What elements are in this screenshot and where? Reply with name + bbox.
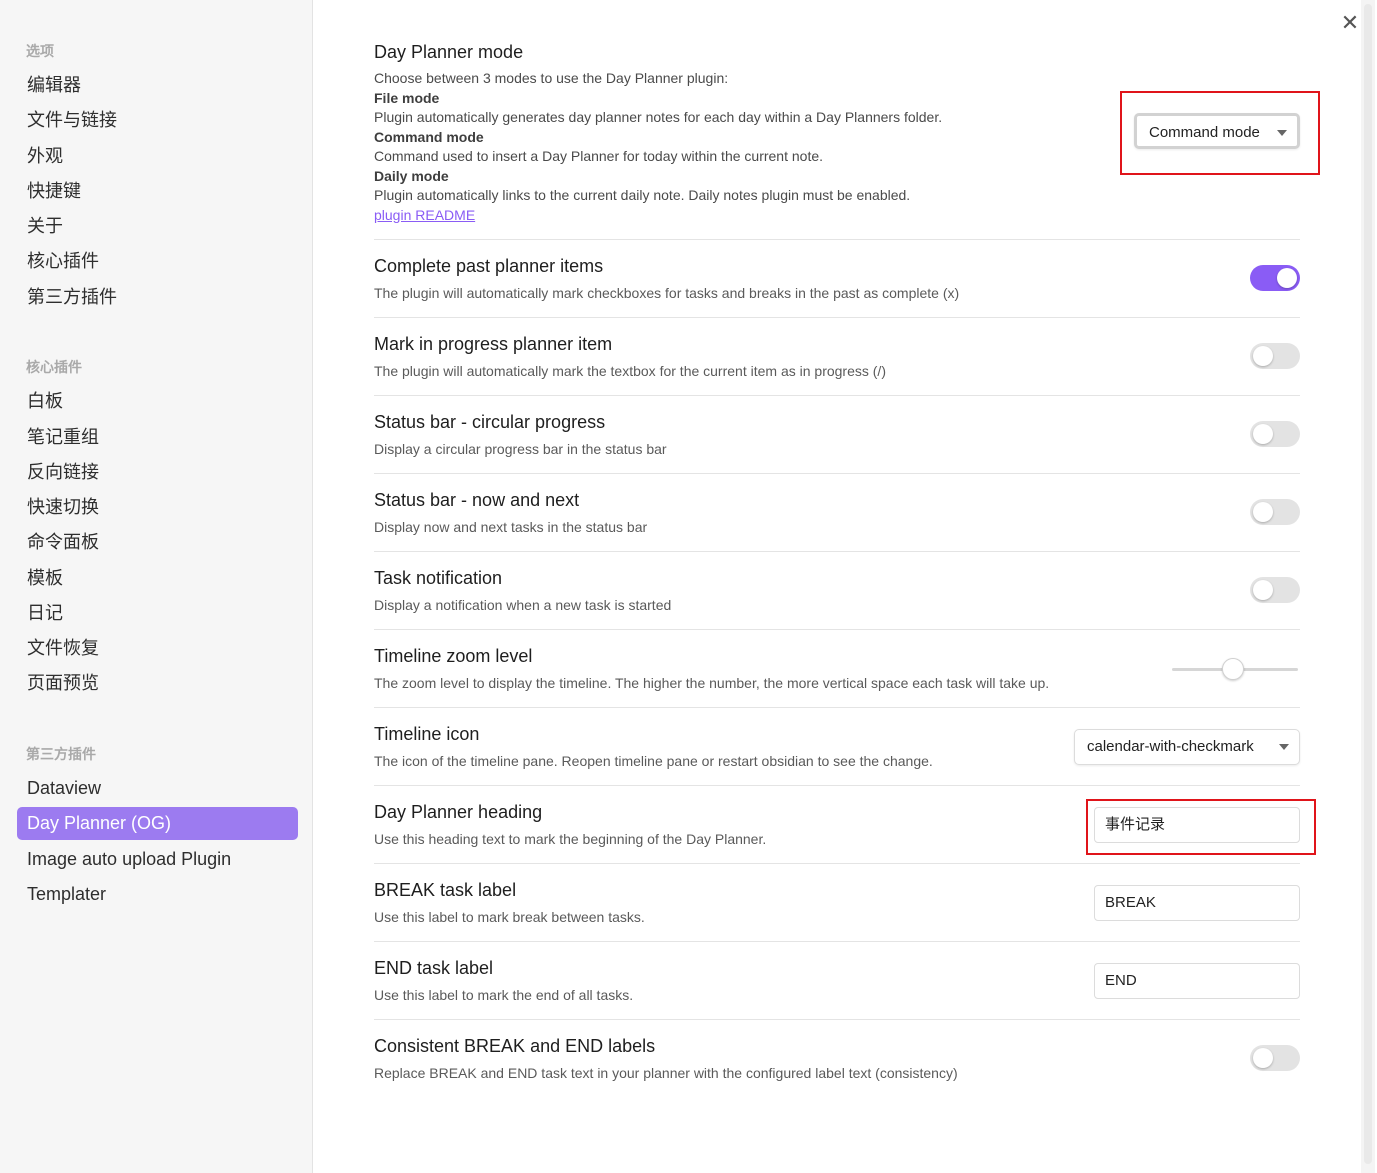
- setting-name: Consistent BREAK and END labels: [374, 1036, 656, 1056]
- sidebar-item-appearance[interactable]: 外观: [17, 140, 298, 173]
- mode-dropdown-value: Command mode: [1149, 124, 1260, 141]
- setting-day-planner-mode: Day Planner mode Choose between 3 modes …: [374, 40, 1320, 240]
- toggle-knob: [1277, 268, 1297, 288]
- setting-description: The plugin will automatically mark the t…: [374, 363, 886, 379]
- sidebar-item-files-links[interactable]: 文件与链接: [17, 104, 298, 137]
- setting-name: Mark in progress planner item: [374, 334, 613, 354]
- settings-content: ✕ Day Planner mode Choose between 3 mode…: [314, 0, 1377, 1173]
- setting-name: END task label: [374, 958, 494, 978]
- timeline-icon-dropdown[interactable]: calendar-with-checkmark: [1074, 729, 1300, 765]
- sidebar-item-page-preview[interactable]: 页面预览: [17, 667, 298, 700]
- setting-status-circular: Status bar - circular progress Display a…: [374, 395, 1300, 473]
- toggle-knob: [1253, 502, 1273, 522]
- setting-description: The zoom level to display the timeline. …: [374, 675, 1050, 691]
- status-circular-toggle[interactable]: [1250, 421, 1300, 447]
- status-now-next-toggle[interactable]: [1250, 499, 1300, 525]
- sidebar-item-templater[interactable]: Templater: [17, 878, 298, 911]
- setting-status-now-next: Status bar - now and next Display now an…: [374, 473, 1300, 551]
- setting-description: Use this heading text to mark the beginn…: [374, 831, 767, 847]
- toggle-knob: [1253, 580, 1273, 600]
- setting-description: Display a notification when a new task i…: [374, 597, 672, 613]
- sidebar-item-community-plugins[interactable]: 第三方插件: [17, 281, 298, 314]
- sidebar-item-file-recovery[interactable]: 文件恢复: [17, 632, 298, 665]
- sidebar-item-day-planner[interactable]: Day Planner (OG): [17, 807, 298, 840]
- setting-timeline-icon: Timeline icon The icon of the timeline p…: [374, 707, 1300, 785]
- heading-input[interactable]: 事件记录: [1094, 807, 1300, 843]
- setting-description: Replace BREAK and END task text in your …: [374, 1065, 958, 1081]
- zoom-slider-handle[interactable]: [1222, 658, 1244, 680]
- setting-name: Timeline zoom level: [374, 646, 533, 666]
- sidebar-item-core-plugins[interactable]: 核心插件: [17, 245, 298, 278]
- command-mode-desc: Command used to insert a Day Planner for…: [374, 148, 824, 164]
- setting-name: Status bar - circular progress: [374, 412, 606, 432]
- complete-past-toggle[interactable]: [1250, 265, 1300, 291]
- setting-description: The plugin will automatically mark check…: [374, 285, 960, 301]
- command-mode-title: Command mode: [374, 128, 484, 145]
- setting-name: Task notification: [374, 568, 503, 588]
- plugin-readme-link[interactable]: plugin README: [374, 207, 475, 223]
- break-label-input[interactable]: BREAK: [1094, 885, 1300, 921]
- end-label-input[interactable]: END: [1094, 963, 1300, 999]
- setting-name: Day Planner heading: [374, 802, 543, 822]
- sidebar-group-community-plugins: 第三方插件: [26, 746, 96, 762]
- sidebar-item-quick-switcher[interactable]: 快速切换: [17, 491, 298, 524]
- setting-consistent-labels: Consistent BREAK and END labels Replace …: [374, 1019, 1300, 1097]
- sidebar-item-about[interactable]: 关于: [17, 210, 298, 243]
- mark-in-progress-toggle[interactable]: [1250, 343, 1300, 369]
- sidebar-item-backlinks[interactable]: 反向链接: [17, 456, 298, 489]
- sidebar-item-templates[interactable]: 模板: [17, 562, 298, 595]
- sidebar-item-dataview[interactable]: Dataview: [17, 772, 298, 805]
- close-icon[interactable]: ✕: [1336, 9, 1364, 37]
- mode-dropdown[interactable]: Command mode: [1134, 113, 1300, 149]
- consistent-labels-toggle[interactable]: [1250, 1045, 1300, 1071]
- setting-name: Complete past planner items: [374, 256, 604, 276]
- file-mode-desc: Plugin automatically generates day plann…: [374, 109, 943, 125]
- sidebar-item-hotkeys[interactable]: 快捷键: [17, 175, 298, 208]
- sidebar-group-options: 选项: [26, 43, 54, 59]
- setting-end-label: END task label Use this label to mark th…: [374, 941, 1300, 1019]
- settings-sidebar: 选项 编辑器 文件与链接 外观 快捷键 关于 核心插件 第三方插件 核心插件 白…: [0, 0, 313, 1173]
- setting-description: Display a circular progress bar in the s…: [374, 441, 667, 457]
- timeline-icon-value: calendar-with-checkmark: [1087, 738, 1254, 755]
- setting-description: Display now and next tasks in the status…: [374, 519, 648, 535]
- setting-mark-in-progress: Mark in progress planner item The plugin…: [374, 317, 1300, 395]
- mode-intro: Choose between 3 modes to use the Day Pl…: [374, 70, 729, 86]
- sidebar-item-daily-notes[interactable]: 日记: [17, 597, 298, 630]
- setting-timeline-zoom: Timeline zoom level The zoom level to di…: [374, 629, 1300, 707]
- setting-name: Timeline icon: [374, 724, 480, 744]
- sidebar-item-command-palette[interactable]: 命令面板: [17, 526, 298, 559]
- chevron-down-icon: [1277, 130, 1287, 136]
- setting-name: Status bar - now and next: [374, 490, 580, 510]
- toggle-knob: [1253, 424, 1273, 444]
- setting-description: The icon of the timeline pane. Reopen ti…: [374, 753, 933, 769]
- scrollbar[interactable]: [1361, 0, 1375, 1173]
- setting-complete-past: Complete past planner items The plugin w…: [374, 239, 1300, 317]
- daily-mode-desc: Plugin automatically links to the curren…: [374, 187, 911, 203]
- setting-name: Day Planner mode: [374, 42, 524, 62]
- daily-mode-title: Daily mode: [374, 167, 449, 184]
- scrollbar-thumb[interactable]: [1364, 4, 1372, 1164]
- sidebar-item-editor[interactable]: 编辑器: [17, 69, 298, 102]
- sidebar-item-note-composer[interactable]: 笔记重组: [17, 421, 298, 454]
- setting-description: Use this label to mark the end of all ta…: [374, 987, 634, 1003]
- task-notification-toggle[interactable]: [1250, 577, 1300, 603]
- sidebar-group-core-plugins: 核心插件: [26, 359, 82, 375]
- toggle-knob: [1253, 346, 1273, 366]
- sidebar-item-canvas[interactable]: 白板: [17, 385, 298, 418]
- chevron-down-icon: [1279, 744, 1289, 750]
- setting-day-planner-heading: Day Planner heading Use this heading tex…: [374, 785, 1316, 863]
- file-mode-title: File mode: [374, 89, 440, 106]
- setting-description: Use this label to mark break between tas…: [374, 909, 645, 925]
- setting-break-label: BREAK task label Use this label to mark …: [374, 863, 1300, 941]
- toggle-knob: [1253, 1048, 1273, 1068]
- setting-name: BREAK task label: [374, 880, 517, 900]
- sidebar-item-image-auto-upload[interactable]: Image auto upload Plugin: [17, 843, 298, 876]
- setting-description: Choose between 3 modes to use the Day Pl…: [374, 69, 942, 225]
- setting-task-notification: Task notification Display a notification…: [374, 551, 1300, 629]
